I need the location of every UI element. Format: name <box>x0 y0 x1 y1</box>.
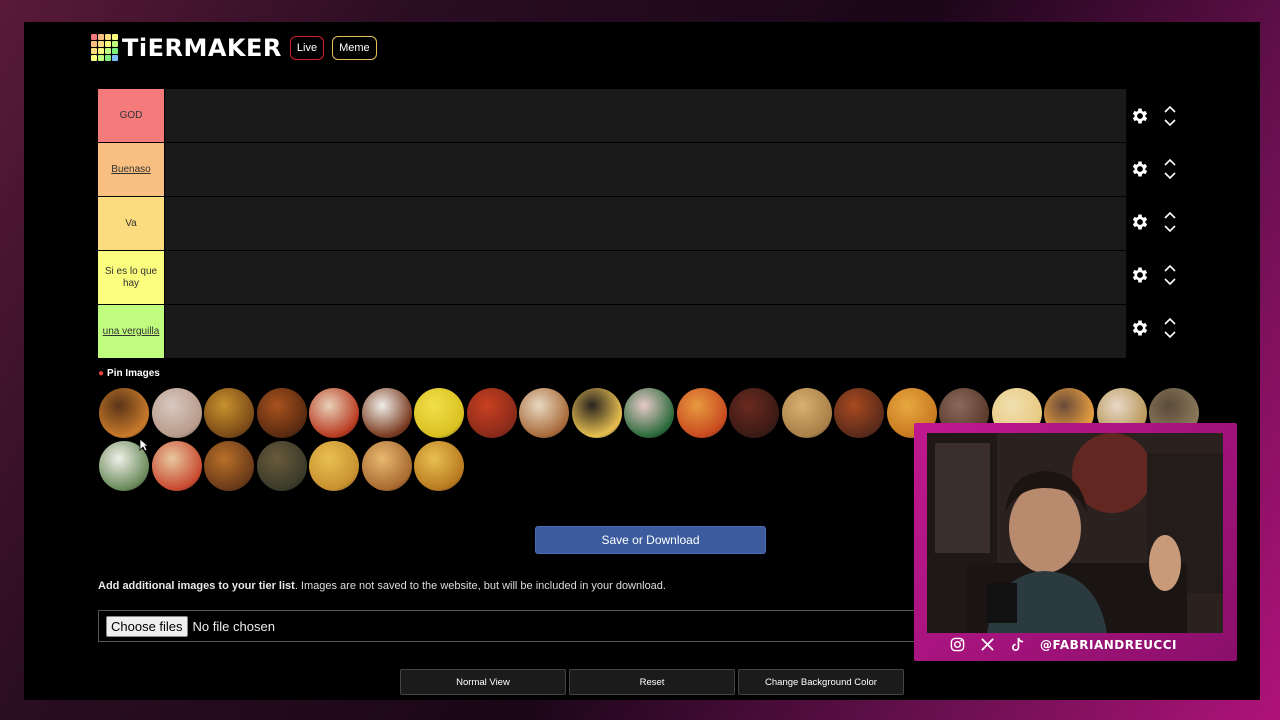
move-up-icon[interactable] <box>1164 210 1176 220</box>
live-link[interactable]: Live <box>289 35 325 60</box>
tier-label[interactable]: una verguilla <box>98 305 164 358</box>
food-image-item[interactable] <box>676 388 727 438</box>
food-image-item[interactable] <box>361 388 412 438</box>
file-upload-field[interactable]: Choose files No file chosen <box>98 610 928 642</box>
choose-files-button[interactable]: Choose files <box>106 615 188 637</box>
tier-row: GOD <box>98 89 1126 143</box>
food-image-item[interactable] <box>414 388 464 438</box>
x-icon <box>981 638 994 651</box>
move-up-icon[interactable] <box>1164 263 1176 273</box>
food-image-item[interactable] <box>204 388 254 438</box>
meme-link[interactable]: Meme <box>332 35 377 60</box>
tier-label[interactable]: GOD <box>98 89 164 142</box>
pin-images-toggle[interactable]: ● Pin Images <box>98 368 160 379</box>
pushpin-icon: ● <box>98 368 105 379</box>
gear-icon[interactable] <box>1130 318 1150 338</box>
tier-label[interactable]: Va <box>98 197 164 250</box>
tier-list: GOD Buenaso Va Si es lo que hay una verg… <box>98 89 1126 359</box>
food-image-item[interactable] <box>151 441 202 491</box>
food-image-item[interactable] <box>309 441 359 491</box>
food-image-item[interactable] <box>309 388 359 438</box>
tier-control-row <box>1128 195 1198 248</box>
instagram-icon <box>950 637 965 652</box>
tier-drop-zone[interactable] <box>164 305 1126 358</box>
pin-images-label: Pin Images <box>107 368 160 379</box>
tier-control-row <box>1128 301 1198 354</box>
tier-controls <box>1128 89 1198 354</box>
food-image-item[interactable] <box>256 441 307 491</box>
move-down-icon[interactable] <box>1164 330 1176 340</box>
gear-icon[interactable] <box>1130 212 1150 232</box>
normal-view-button[interactable]: Normal View <box>400 669 566 695</box>
social-bar: @FABRIANDREUCCI <box>950 637 1177 652</box>
food-image-item[interactable] <box>571 388 622 438</box>
webcam-overlay: @FABRIANDREUCCI <box>914 423 1237 661</box>
add-images-instructions: Add additional images to your tier list.… <box>98 580 666 592</box>
food-image-item[interactable] <box>204 441 254 491</box>
tiermaker-logo-icon[interactable] <box>91 34 118 61</box>
tier-row: Buenaso <box>98 143 1126 197</box>
move-down-icon[interactable] <box>1164 277 1176 287</box>
tier-row: Va <box>98 197 1126 251</box>
site-header: TiERMAKER Live Meme <box>91 34 377 61</box>
tier-row: Si es lo que hay <box>98 251 1126 305</box>
food-image-item[interactable] <box>624 388 674 438</box>
site-logo-text[interactable]: TiERMAKER <box>122 35 282 61</box>
tier-control-row <box>1128 248 1198 301</box>
tier-control-row <box>1128 89 1198 142</box>
tier-drop-zone[interactable] <box>164 197 1126 250</box>
move-down-icon[interactable] <box>1164 171 1176 181</box>
bottom-toolbar: Normal View Reset Change Background Colo… <box>400 669 907 695</box>
gear-icon[interactable] <box>1130 159 1150 179</box>
add-images-bold: Add additional images to your tier list <box>98 580 295 592</box>
tier-drop-zone[interactable] <box>164 89 1126 142</box>
food-image-item[interactable] <box>256 388 307 438</box>
move-up-icon[interactable] <box>1164 316 1176 326</box>
food-image-item[interactable] <box>361 441 412 491</box>
save-download-button[interactable]: Save or Download <box>535 526 766 554</box>
food-image-item[interactable] <box>151 388 202 438</box>
tier-row: una verguilla <box>98 305 1126 359</box>
streamer-handle: @FABRIANDREUCCI <box>1040 637 1178 652</box>
tiktok-icon <box>1012 637 1024 651</box>
reset-button[interactable]: Reset <box>569 669 735 695</box>
gear-icon[interactable] <box>1130 265 1150 285</box>
food-image-item[interactable] <box>781 388 832 438</box>
tier-label[interactable]: Buenaso <box>98 143 164 196</box>
file-status: No file chosen <box>192 618 275 634</box>
add-images-rest: . Images are not saved to the website, b… <box>294 580 666 592</box>
food-image-item[interactable] <box>466 388 517 438</box>
move-down-icon[interactable] <box>1164 118 1176 128</box>
tier-control-row <box>1128 142 1198 195</box>
change-background-color-button[interactable]: Change Background Color <box>738 669 904 695</box>
move-up-icon[interactable] <box>1164 104 1176 114</box>
food-image-item[interactable] <box>729 388 779 438</box>
mouse-cursor-icon <box>139 438 149 452</box>
food-image-item[interactable] <box>414 441 464 491</box>
food-image-item[interactable] <box>834 388 884 438</box>
tier-label[interactable]: Si es lo que hay <box>98 251 164 304</box>
tier-drop-zone[interactable] <box>164 143 1126 196</box>
webcam-video <box>927 433 1223 633</box>
gear-icon[interactable] <box>1130 106 1150 126</box>
tier-drop-zone[interactable] <box>164 251 1126 304</box>
food-image-item[interactable] <box>99 388 149 438</box>
move-up-icon[interactable] <box>1164 157 1176 167</box>
move-down-icon[interactable] <box>1164 224 1176 234</box>
food-image-item[interactable] <box>519 388 569 438</box>
